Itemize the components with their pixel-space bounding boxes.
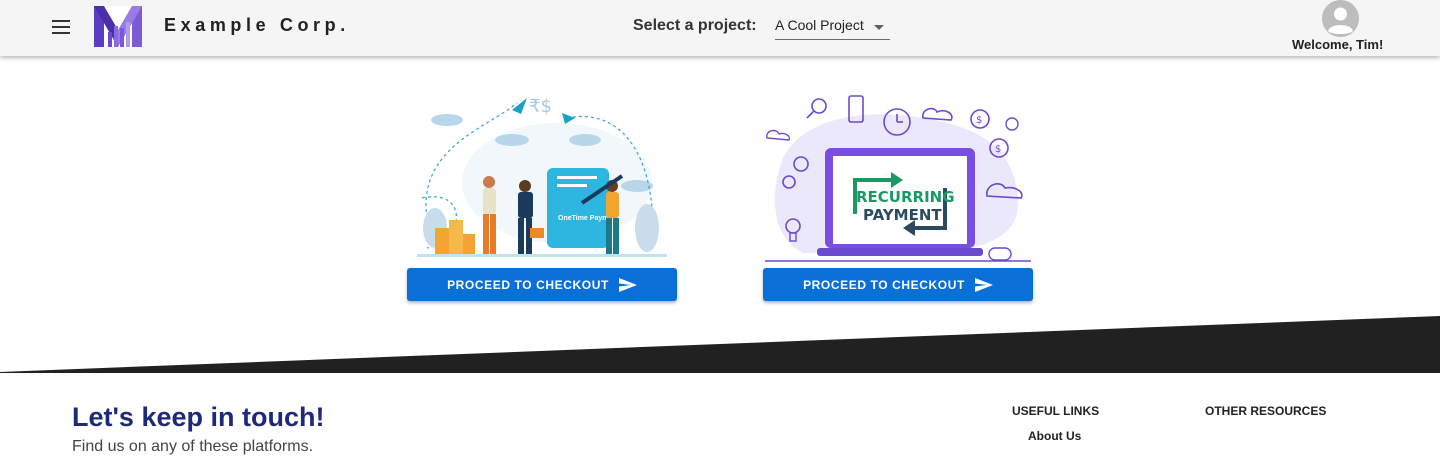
one-time-payment-illustration: ₹$ OneTime Payment <box>417 96 667 257</box>
footer-title: Let's keep in touch! <box>72 402 325 432</box>
one-time-checkout-button[interactable]: PROCEED TO CHECKOUT <box>407 268 677 301</box>
recurring-checkout-label: PROCEED TO CHECKOUT <box>803 277 965 292</box>
logo-icon[interactable] <box>94 6 142 47</box>
footer-subtitle: Find us on any of these platforms. <box>72 438 314 455</box>
svg-text:$: $ <box>995 144 1001 155</box>
recurring-payment-illustration: $ $ RECURRING PAYMENT <box>765 95 1031 262</box>
recurring-checkout-button[interactable]: PROCEED TO CHECKOUT <box>763 268 1033 301</box>
project-select[interactable]: A Cool Project <box>775 14 890 40</box>
footer-divider <box>0 316 1440 373</box>
useful-links-heading: USEFUL LINKS <box>1012 404 1100 418</box>
send-icon <box>618 277 637 292</box>
caret-down-icon <box>874 25 884 30</box>
welcome-text: Welcome, Tim! <box>1292 37 1384 52</box>
one-time-payment-card: ₹$ OneTime Payment PROCEED TO CHECKOUT <box>407 88 677 301</box>
brand-name: Example Corp. <box>164 15 350 35</box>
recurring-illustration-label-2: PAYMENT <box>863 206 942 224</box>
project-label: Select a project: <box>633 17 757 34</box>
other-resources-heading: OTHER RESOURCES <box>1205 404 1327 418</box>
one-time-checkout-label: PROCEED TO CHECKOUT <box>447 277 609 292</box>
svg-text:₹$: ₹$ <box>529 96 552 117</box>
app-bar: Example Corp. Select a project: A Cool P… <box>0 0 1440 56</box>
footer-link-about-us[interactable]: About Us <box>1028 429 1081 443</box>
svg-text:$: $ <box>976 115 982 126</box>
user-avatar[interactable] <box>1322 0 1359 37</box>
recurring-payment-card: $ $ RECURRING PAYMENT PROCEED TO CHECKOU… <box>763 88 1033 301</box>
menu-button[interactable] <box>44 10 78 44</box>
recurring-illustration-label-1: RECURRING <box>856 188 955 206</box>
menu-icon <box>52 20 70 34</box>
send-icon <box>974 277 993 292</box>
project-select-value: A Cool Project <box>775 17 864 33</box>
user-avatar-icon <box>1322 0 1359 37</box>
